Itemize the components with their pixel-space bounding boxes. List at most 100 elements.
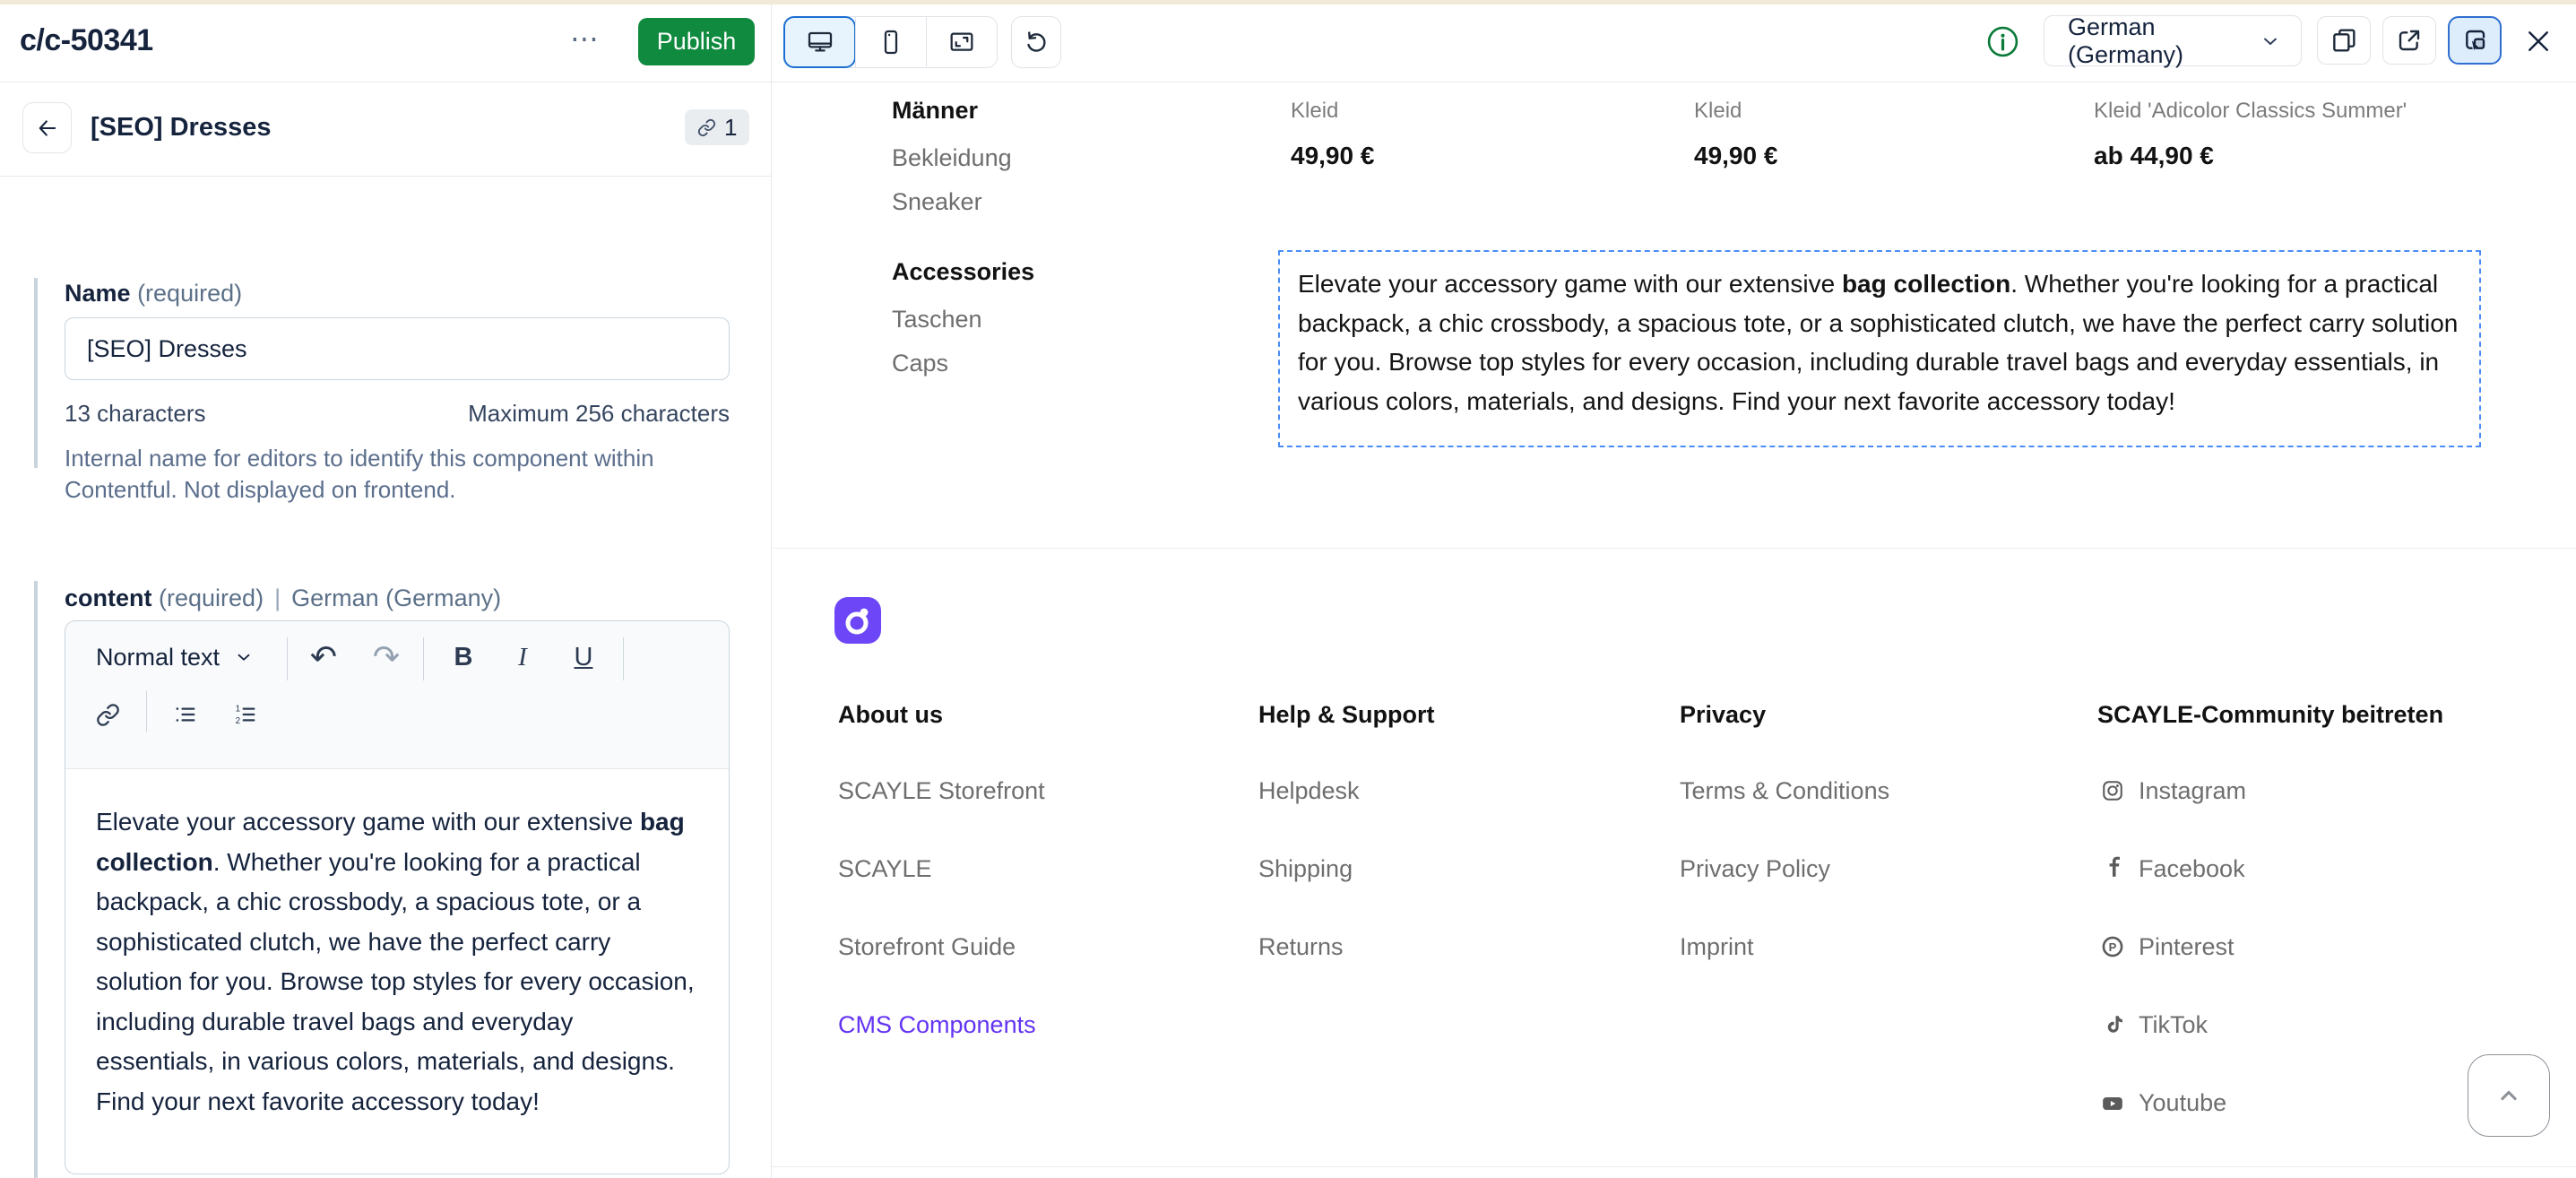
- back-button[interactable]: [22, 102, 72, 153]
- product-name[interactable]: Kleid: [1694, 99, 1742, 124]
- link-icon: [96, 703, 120, 727]
- preview-nav-taschen[interactable]: Taschen: [892, 306, 982, 333]
- fullscreen-icon: [947, 28, 976, 56]
- preview-nav-maenner[interactable]: Männer: [892, 97, 978, 125]
- social-link-tiktok[interactable]: TikTok: [2139, 1011, 2208, 1039]
- brand-logo[interactable]: [834, 597, 881, 644]
- char-max: Maximum 256 characters: [65, 400, 730, 428]
- environment-strip: [0, 0, 2576, 4]
- close-preview-button[interactable]: [2522, 25, 2554, 57]
- footer-top-divider: [772, 548, 2576, 549]
- footer-col-title: About us: [838, 701, 943, 729]
- svg-text:P: P: [2109, 940, 2117, 954]
- references-count: 1: [724, 114, 737, 142]
- mobile-view-button[interactable]: [855, 17, 926, 67]
- page-title: c/c-50341: [20, 23, 153, 58]
- preview-nav-accessories[interactable]: Accessories: [892, 258, 1034, 286]
- publish-button[interactable]: Publish: [638, 18, 755, 65]
- inspect-cursor-icon: [2460, 26, 2489, 55]
- footer-social-title: SCAYLE-Community beitreten: [2097, 701, 2443, 729]
- product-price[interactable]: ab 44,90 €: [2094, 142, 2214, 170]
- redo-button[interactable]: ↷: [365, 636, 408, 679]
- references-badge[interactable]: 1: [685, 109, 749, 145]
- product-price[interactable]: 49,90 €: [1694, 142, 1777, 170]
- open-in-new-icon: [2395, 26, 2424, 55]
- link-icon: [697, 118, 716, 137]
- content-field-bar: [34, 581, 38, 1178]
- hyperlink-button[interactable]: [86, 693, 129, 736]
- entry-title: [SEO] Dresses: [91, 113, 272, 143]
- chevron-down-icon: [2260, 30, 2281, 52]
- copy-icon: [2330, 26, 2358, 55]
- text-style-selector[interactable]: Normal text: [96, 637, 254, 677]
- chevron-up-icon: [2494, 1080, 2524, 1111]
- pinterest-icon[interactable]: P: [2101, 935, 2124, 958]
- footer-link[interactable]: Privacy Policy: [1680, 855, 1830, 883]
- svg-text:2: 2: [236, 716, 241, 726]
- instagram-icon[interactable]: [2101, 779, 2124, 802]
- footer-col-title: Help & Support: [1258, 701, 1435, 729]
- toolbar-divider: [423, 637, 424, 680]
- footer-bottom-divider: [772, 1166, 2576, 1167]
- toolbar-divider: [623, 637, 624, 680]
- bold-button[interactable]: B: [442, 636, 485, 679]
- refresh-preview-button[interactable]: [1011, 16, 1061, 68]
- italic-button[interactable]: I: [501, 636, 544, 679]
- toolbar-divider: [146, 691, 147, 732]
- svg-text:1: 1: [236, 705, 241, 715]
- social-link-instagram[interactable]: Instagram: [2139, 777, 2246, 805]
- back-arrow-icon: [35, 116, 60, 141]
- social-link-facebook[interactable]: Facebook: [2139, 855, 2245, 883]
- footer-link[interactable]: Returns: [1258, 933, 1344, 961]
- footer-link-cms-components[interactable]: CMS Components: [838, 1011, 1036, 1039]
- mobile-icon: [877, 28, 905, 56]
- fullscreen-view-button[interactable]: [926, 17, 997, 67]
- chevron-down-icon: [234, 647, 254, 667]
- youtube-icon[interactable]: [2101, 1092, 2124, 1115]
- open-in-new-tab-button[interactable]: [2382, 16, 2436, 65]
- device-toggle-group: [783, 16, 998, 68]
- footer-link[interactable]: Shipping: [1258, 855, 1353, 883]
- info-button[interactable]: [1986, 25, 2019, 58]
- highlighted-content-block[interactable]: Elevate your accessory game with our ext…: [1278, 250, 2481, 447]
- more-menu-button[interactable]: ⋯: [570, 22, 601, 56]
- copy-button[interactable]: [2317, 16, 2371, 65]
- tiktok-icon[interactable]: [2103, 1013, 2126, 1036]
- preview-nav-sneaker[interactable]: Sneaker: [892, 188, 982, 216]
- rich-text-content[interactable]: Elevate your accessory game with our ext…: [96, 802, 698, 1122]
- footer-link[interactable]: SCAYLE: [838, 855, 932, 883]
- toolbar-divider: [287, 637, 288, 680]
- rich-text-editor: Normal text ↶ ↷ B I U: [65, 620, 730, 1174]
- name-field-bar: [34, 278, 38, 468]
- social-link-pinterest[interactable]: Pinterest: [2139, 933, 2235, 961]
- product-name[interactable]: Kleid: [1291, 99, 1338, 124]
- preview-nav-bekleidung[interactable]: Bekleidung: [892, 144, 1012, 172]
- facebook-icon[interactable]: [2103, 855, 2126, 879]
- app-window: c/c-50341 ⋯ Publish: [0, 0, 2576, 1178]
- footer-link[interactable]: Terms & Conditions: [1680, 777, 1889, 805]
- text-style-value: Normal text: [96, 644, 220, 671]
- inspect-mode-button[interactable]: [2448, 16, 2502, 65]
- numbered-list-button[interactable]: 1 2: [224, 693, 267, 736]
- footer-link[interactable]: Storefront Guide: [838, 933, 1016, 961]
- social-link-youtube[interactable]: Youtube: [2139, 1089, 2226, 1117]
- rich-text-toolbar: Normal text ↶ ↷ B I U: [65, 621, 729, 769]
- underline-button[interactable]: U: [562, 636, 605, 679]
- product-price[interactable]: 49,90 €: [1291, 142, 1374, 170]
- locale-selector[interactable]: German (Germany): [2044, 15, 2302, 66]
- product-name[interactable]: Kleid 'Adicolor Classics Summer': [2094, 99, 2407, 124]
- footer-link[interactable]: SCAYLE Storefront: [838, 777, 1045, 805]
- name-input[interactable]: [65, 317, 730, 380]
- preview-nav-caps[interactable]: Caps: [892, 350, 948, 377]
- bulleted-list-button[interactable]: [164, 693, 207, 736]
- desktop-view-button[interactable]: [783, 16, 856, 68]
- refresh-icon: [1023, 29, 1050, 56]
- bulleted-list-icon: [173, 702, 198, 727]
- info-icon: [1986, 25, 2019, 58]
- footer-link[interactable]: Helpdesk: [1258, 777, 1360, 805]
- panel-divider: [771, 4, 772, 1178]
- locale-selector-value: German (Germany): [2068, 13, 2260, 69]
- undo-button[interactable]: ↶: [302, 636, 345, 679]
- footer-link[interactable]: Imprint: [1680, 933, 1754, 961]
- scroll-to-top-button[interactable]: [2468, 1054, 2550, 1137]
